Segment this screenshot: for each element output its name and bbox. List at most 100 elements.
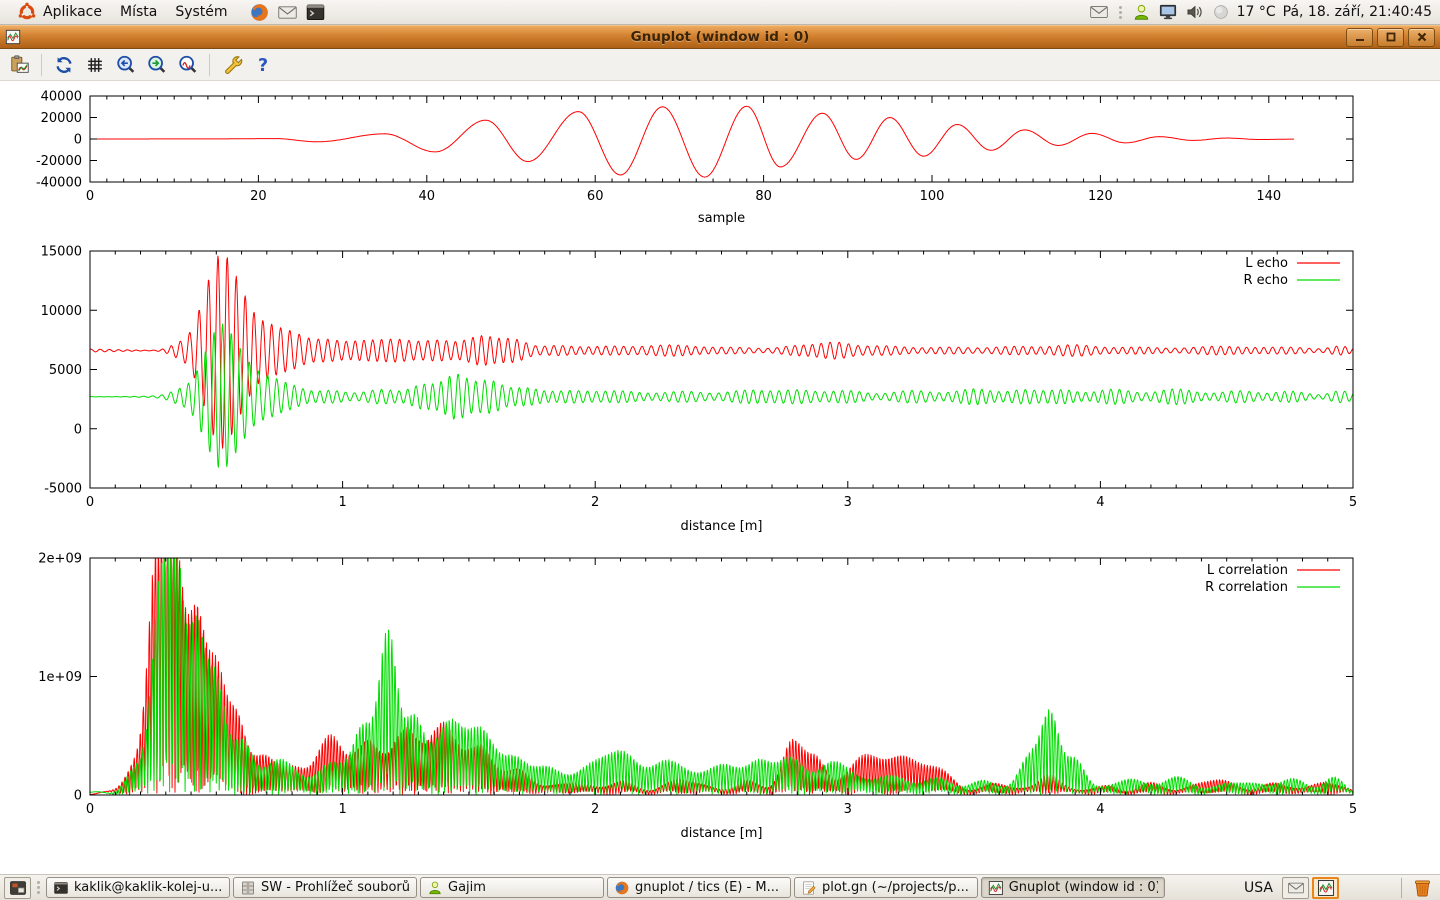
svg-text:20000: 20000	[41, 111, 82, 126]
svg-text:distance [m]: distance [m]	[680, 519, 762, 534]
svg-text:1e+09: 1e+09	[38, 670, 82, 685]
correlation-chart: 01234501e+092e+09distance [m]L correlati…	[38, 552, 1357, 842]
minimize-icon	[1354, 31, 1366, 43]
gnuplot-tray-button[interactable]	[1312, 877, 1339, 899]
panel-status-area: 17 °C Pá, 18. září, 21:40:45	[1089, 2, 1432, 22]
window-title: Gnuplot (window id : 0)	[0, 29, 1440, 45]
menu-system-label: Systém	[175, 4, 227, 20]
toolbar-separator	[209, 54, 210, 76]
autoscale-button[interactable]	[173, 52, 202, 78]
svg-text:1: 1	[338, 495, 346, 510]
taskbar-button-gajim[interactable]: Gajim	[420, 877, 604, 898]
svg-text:L echo: L echo	[1245, 256, 1288, 271]
options-button[interactable]	[217, 52, 246, 78]
menu-applications[interactable]: Aplikace	[8, 0, 111, 24]
taskbar-button-label: SW - Prohlížeč souborů	[261, 880, 410, 895]
terminal-icon	[53, 880, 69, 896]
replot-icon	[53, 54, 75, 76]
gnome-top-panel: Aplikace Místa Systém 17 °C Pá, 18. září…	[0, 0, 1440, 25]
svg-text:L correlation: L correlation	[1207, 563, 1288, 578]
window-titlebar[interactable]: Gnuplot (window id : 0)	[0, 25, 1440, 49]
replot-button[interactable]	[49, 52, 78, 78]
menu-places[interactable]: Místa	[111, 0, 166, 24]
svg-text:5: 5	[1349, 802, 1357, 817]
firefox-launcher[interactable]	[249, 2, 270, 23]
copy-to-clipboard-button[interactable]	[5, 52, 34, 78]
window-controls	[1346, 28, 1435, 47]
svg-text:0: 0	[74, 422, 82, 437]
close-icon	[1416, 31, 1428, 43]
taskbar-button-file-manager[interactable]: SW - Prohlížeč souborů	[233, 877, 417, 898]
taskbar-button-label: kaklik@kaklik-kolej-u...	[74, 880, 222, 895]
svg-text:-20000: -20000	[36, 154, 82, 169]
mail-icon	[1287, 879, 1305, 897]
desktop: Aplikace Místa Systém 17 °C Pá, 18. září…	[0, 0, 1440, 900]
close-button[interactable]	[1408, 28, 1435, 47]
svg-text:20: 20	[250, 189, 267, 204]
taskbar-separator	[1401, 878, 1402, 898]
trash-icon	[1412, 877, 1433, 898]
gnome-taskbar: kaklik@kaklik-kolej-u... SW - Prohlížeč …	[0, 874, 1440, 900]
svg-text:2e+09: 2e+09	[38, 552, 82, 567]
weather-icon[interactable]	[1212, 3, 1230, 21]
ubuntu-logo-icon	[17, 2, 37, 22]
maximize-icon	[1385, 31, 1397, 43]
svg-text:3: 3	[844, 495, 852, 510]
taskbar-button-label: Gnuplot (window id : 0)	[1009, 880, 1158, 895]
show-desktop-button[interactable]	[4, 877, 31, 899]
svg-text:140: 140	[1256, 189, 1281, 204]
mail-tray-button[interactable]	[1282, 877, 1309, 899]
show-desktop-icon	[9, 879, 27, 897]
panel-launchers	[249, 2, 326, 23]
svg-text:60: 60	[587, 189, 604, 204]
mail-tray-icon[interactable]	[1089, 2, 1109, 22]
clock-label[interactable]: Pá, 18. září, 21:40:45	[1283, 4, 1432, 20]
trash-applet[interactable]	[1409, 877, 1436, 898]
gajim-tray-icon[interactable]	[1132, 3, 1151, 22]
taskbar-button-firefox[interactable]: gnuplot / tics (E) - M...	[607, 877, 791, 898]
maximize-button[interactable]	[1377, 28, 1404, 47]
volume-tray-icon[interactable]	[1185, 2, 1205, 22]
svg-text:40: 40	[419, 189, 436, 204]
svg-text:100: 100	[920, 189, 945, 204]
keyboard-layout-indicator[interactable]: USA	[1244, 880, 1273, 896]
firefox-icon	[614, 880, 630, 896]
echo-chart: 012345-5000050001000015000distance [m]L …	[41, 245, 1358, 535]
menu-system[interactable]: Systém	[166, 0, 236, 24]
previous-zoom-icon	[115, 54, 137, 76]
taskbar-button-terminal[interactable]: kaklik@kaklik-kolej-u...	[46, 877, 230, 898]
text-editor-icon	[801, 880, 817, 896]
display-tray-icon[interactable]	[1158, 2, 1178, 22]
taskbar-button-gnuplot[interactable]: Gnuplot (window id : 0)	[981, 877, 1165, 898]
svg-text:5: 5	[1349, 495, 1357, 510]
svg-text:-5000: -5000	[44, 482, 82, 497]
menu-places-label: Místa	[120, 4, 157, 20]
svg-text:distance [m]: distance [m]	[680, 826, 762, 841]
svg-text:R echo: R echo	[1243, 273, 1288, 288]
svg-text:2: 2	[591, 802, 599, 817]
svg-text:1: 1	[338, 802, 346, 817]
svg-text:0: 0	[86, 802, 94, 817]
gnuplot-icon	[988, 880, 1004, 896]
svg-text:R correlation: R correlation	[1205, 580, 1288, 595]
temperature-label: 17 °C	[1237, 4, 1276, 20]
help-icon	[252, 54, 274, 76]
mail-launcher[interactable]	[277, 2, 298, 23]
taskbar-button-label: gnuplot / tics (E) - M...	[635, 880, 779, 895]
taskbar-button-editor[interactable]: plot.gn (~/projects/p...	[794, 877, 978, 898]
toggle-grid-button[interactable]	[80, 52, 109, 78]
svg-text:4: 4	[1096, 495, 1104, 510]
svg-text:0: 0	[74, 789, 82, 804]
svg-text:3: 3	[844, 802, 852, 817]
previous-zoom-button[interactable]	[111, 52, 140, 78]
terminal-launcher[interactable]	[305, 2, 326, 23]
svg-text:15000: 15000	[41, 245, 82, 260]
minimize-button[interactable]	[1346, 28, 1373, 47]
taskbar-grip-handle[interactable]	[37, 886, 40, 889]
toolbar-separator	[41, 54, 42, 76]
help-button[interactable]	[248, 52, 277, 78]
gnuplot-canvas[interactable]: 020406080100120140-40000-200000200004000…	[0, 81, 1440, 874]
next-zoom-button[interactable]	[142, 52, 171, 78]
tray-grip-handle[interactable]	[1119, 11, 1122, 14]
svg-text:120: 120	[1088, 189, 1113, 204]
